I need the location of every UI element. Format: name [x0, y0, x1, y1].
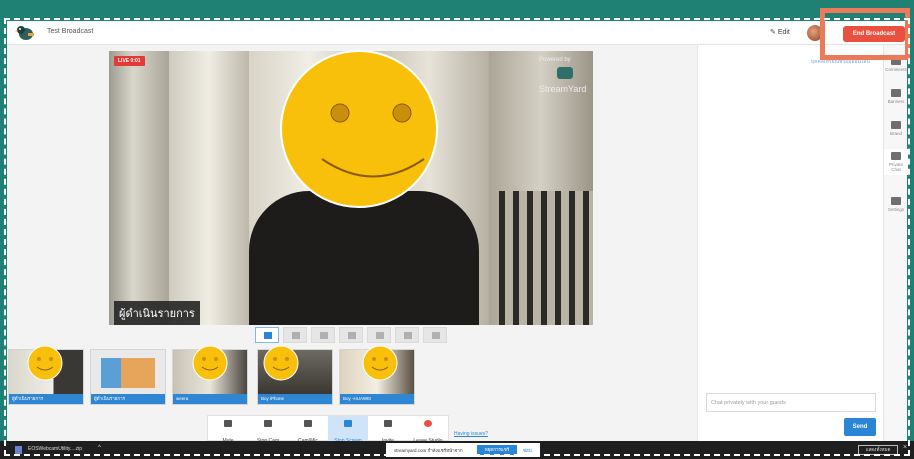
add-person-icon: [384, 420, 392, 427]
face-cover-smiley: [362, 345, 398, 381]
share-status-text: streamyard.com กำลังแชร์หน้าจาก: [394, 448, 463, 453]
streamyard-watermark-icon: [557, 67, 573, 79]
participant-name: ผู้ดำเนินรายการ: [91, 394, 165, 404]
camera-icon: [264, 420, 272, 427]
zip-file-icon: [15, 446, 22, 454]
live-badge: LIVE 0:01: [114, 56, 145, 66]
download-file-name[interactable]: EOSWebcamUtility....zip: [28, 446, 82, 452]
participant-name: weera: [173, 394, 247, 404]
top-bar: Test Broadcast ✎ Edit: [7, 21, 907, 45]
private-chat-icon: [891, 152, 901, 160]
stop-cam-button[interactable]: Stop Cam: [248, 416, 288, 444]
hide-button[interactable]: ซ่อน: [523, 447, 532, 454]
layout-solo-button[interactable]: [255, 327, 279, 343]
rail-label: Settings: [887, 207, 905, 212]
participant-tile[interactable]: ผู้ดำเนินรายการ: [90, 349, 166, 405]
edit-button[interactable]: ✎ Edit: [770, 28, 790, 36]
show-all-button[interactable]: แสดงทั้งหมด: [858, 445, 898, 455]
rail-label: Brand: [889, 131, 902, 136]
leave-studio-button[interactable]: Leave Studio: [408, 416, 448, 444]
participant-name: Boy -HUAWEI: [340, 394, 414, 404]
edit-label: Edit: [777, 29, 790, 36]
layout-thin-button[interactable]: [311, 327, 335, 343]
participant-name: Boy iPhone: [258, 394, 332, 404]
rail-brand[interactable]: Brand: [884, 121, 908, 136]
streamyard-studio: Test Broadcast ✎ Edit End Broadcast LIVE…: [7, 8, 910, 444]
private-chat-panel: บุคคลเหรียณพร้อมออนไลน์ Chat privately w…: [697, 45, 883, 441]
participant-name: ผู้ดำเนินรายการ: [9, 394, 83, 404]
rail-label: Comments: [885, 67, 907, 72]
banner-icon: [891, 89, 901, 97]
rail-settings[interactable]: Settings: [884, 197, 908, 212]
close-circle-icon: [424, 420, 432, 427]
cam-mic-button[interactable]: Cam/Mic: [288, 416, 328, 444]
mute-button[interactable]: Mute: [208, 416, 248, 444]
face-cover-smiley: [27, 345, 63, 381]
face-cover-smiley: [263, 345, 299, 381]
chevron-up-icon[interactable]: ^: [98, 445, 101, 451]
layout-fullscreen-button[interactable]: [423, 327, 447, 343]
side-rail: Comments Banners Brand Private Chat Sett…: [883, 45, 908, 441]
screen-icon: [344, 420, 352, 427]
chair: [499, 191, 593, 325]
send-button[interactable]: Send: [844, 418, 876, 436]
pencil-icon: ✎: [770, 29, 778, 36]
stage-name-tag: ผู้ดำเนินรายการ: [114, 301, 200, 325]
layout-group-button[interactable]: [283, 327, 307, 343]
streamyard-logo-icon[interactable]: [15, 24, 35, 42]
powered-by-label: Powered by: [539, 57, 571, 63]
chat-input[interactable]: Chat privately with your guests: [706, 393, 876, 412]
rail-banners[interactable]: Banners: [884, 89, 908, 104]
download-bar: EOSWebcamUtility....zip ^ streamyard.com…: [0, 441, 914, 459]
rail-label: Private Chat: [888, 162, 903, 172]
broadcast-title: Test Broadcast: [47, 28, 94, 35]
palette-icon: [891, 121, 901, 129]
studio-controls: Mute Stop Cam Cam/Mic Stop Screen Invite…: [207, 415, 449, 444]
streamyard-watermark: StreamYard: [539, 84, 587, 94]
screen-share-bar: streamyard.com กำลังแชร์หน้าจาก หยุดการแ…: [386, 443, 540, 457]
end-broadcast-button[interactable]: End Broadcast: [843, 26, 905, 42]
gear-icon: [304, 420, 312, 427]
face-cover-smiley: [192, 345, 228, 381]
layout-screen-button[interactable]: [367, 327, 391, 343]
rail-private-chat[interactable]: Private Chat: [884, 149, 908, 175]
mic-icon: [224, 420, 232, 427]
close-icon[interactable]: ×: [903, 444, 907, 451]
rail-label: Banners: [887, 99, 905, 104]
invite-button[interactable]: Invite: [368, 416, 408, 444]
stop-screen-button[interactable]: Stop Screen: [328, 416, 368, 444]
stop-sharing-button[interactable]: หยุดการแชร์: [477, 445, 517, 455]
face-cover-smiley: [280, 50, 438, 208]
layout-leader-button[interactable]: [339, 327, 363, 343]
layout-pip-button[interactable]: [395, 327, 419, 343]
gear-icon: [891, 197, 901, 205]
having-issues-link[interactable]: Having issues?: [454, 431, 488, 437]
person-silhouette: [249, 191, 479, 325]
